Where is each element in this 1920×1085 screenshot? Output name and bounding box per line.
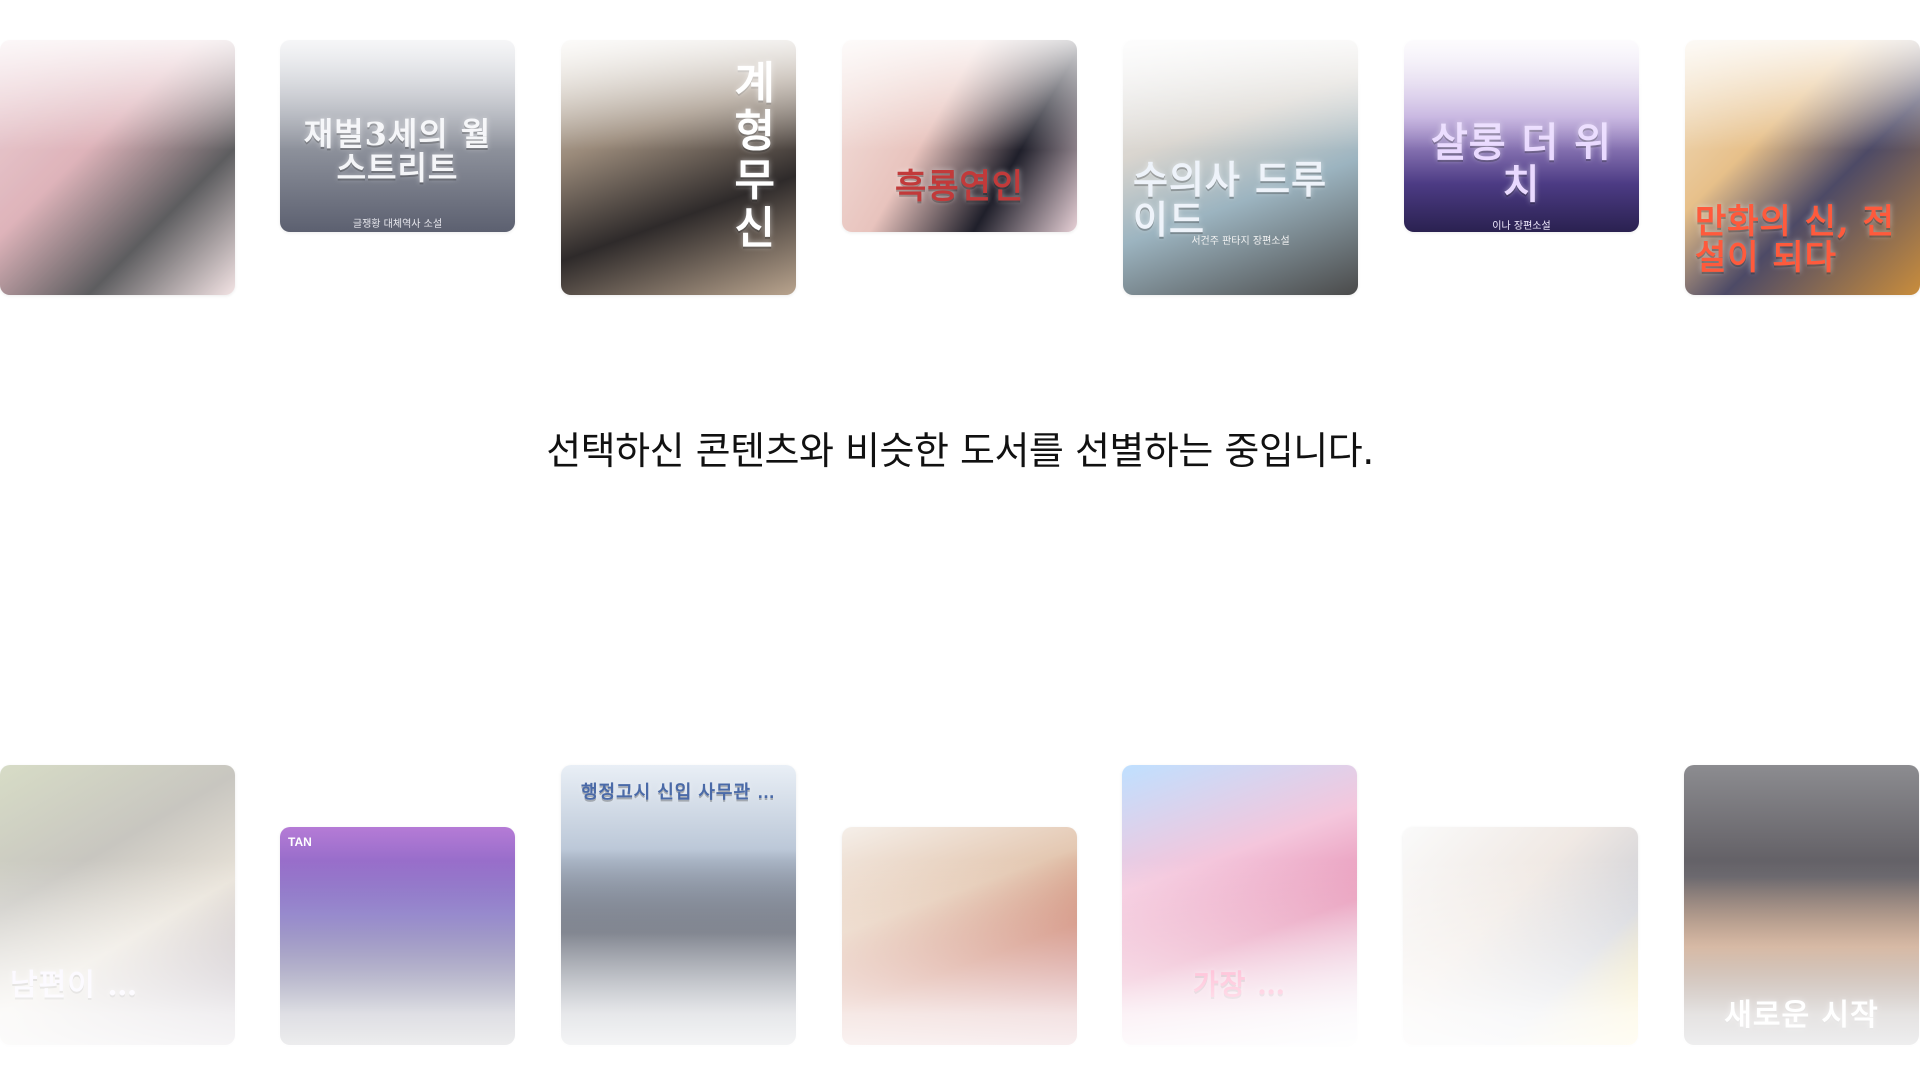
top-cover-row: 재벌3세의 월스트리트 글쟁황 대체역사 소설 계형 무신 흑룡연인 수의사 드… bbox=[0, 40, 1920, 360]
book-cover[interactable]: 가장 … bbox=[1122, 765, 1357, 1045]
book-author: 글쟁황 대체역사 소설 bbox=[352, 219, 443, 230]
book-cover[interactable]: 남편이 … bbox=[0, 765, 235, 1045]
book-title: 흑룡연인 bbox=[894, 167, 1025, 207]
book-cover[interactable]: 재벌3세의 월스트리트 글쟁황 대체역사 소설 bbox=[280, 40, 515, 232]
book-title: 새로운 시작 bbox=[1724, 998, 1879, 1033]
book-cover[interactable]: 행정고시 신입 사무관 … bbox=[561, 765, 796, 1045]
book-title: 계형 무신 bbox=[734, 58, 776, 255]
book-cover[interactable] bbox=[1403, 827, 1638, 1045]
book-cover[interactable]: 새로운 시작 bbox=[1684, 765, 1919, 1045]
book-cover[interactable]: 만화의 신, 전설이 되다 bbox=[1685, 40, 1920, 295]
book-title: 만화의 신, 전설이 되다 bbox=[1695, 202, 1895, 278]
book-cover[interactable]: 흑룡연인 bbox=[842, 40, 1077, 232]
book-title: 가장 … bbox=[1192, 968, 1287, 1001]
book-cover[interactable]: 살롱 더 위치 이나 장편소설 bbox=[1404, 40, 1639, 232]
book-cover[interactable] bbox=[842, 827, 1077, 1045]
book-title: 행정고시 신입 사무관 … bbox=[580, 782, 777, 802]
book-title: 수의사 드루이드 bbox=[1133, 157, 1328, 242]
book-author: 이나 장편소설 bbox=[1492, 221, 1551, 232]
status-message: 선택하신 콘텐츠와 비슷한 도서를 선별하는 중입니다. bbox=[546, 429, 1374, 473]
book-title: 재벌3세의 월스트리트 bbox=[303, 115, 492, 187]
book-title: 살롱 더 위치 bbox=[1430, 119, 1613, 208]
book-title: 남편이 … bbox=[10, 968, 139, 1003]
book-cover[interactable]: 수의사 드루이드 서건주 판타지 장편소설 bbox=[1123, 40, 1358, 295]
book-cover[interactable] bbox=[0, 40, 235, 295]
book-cover[interactable]: 계형 무신 bbox=[561, 40, 796, 295]
book-author: 서건주 판타지 장편소설 bbox=[1191, 236, 1290, 247]
book-cover[interactable]: TAN bbox=[280, 827, 515, 1045]
bottom-cover-row: 남편이 … TAN 행정고시 신입 사무관 … 가장 … 새로운 시작 bbox=[0, 765, 1920, 1085]
publisher-badge: TAN bbox=[288, 835, 312, 849]
